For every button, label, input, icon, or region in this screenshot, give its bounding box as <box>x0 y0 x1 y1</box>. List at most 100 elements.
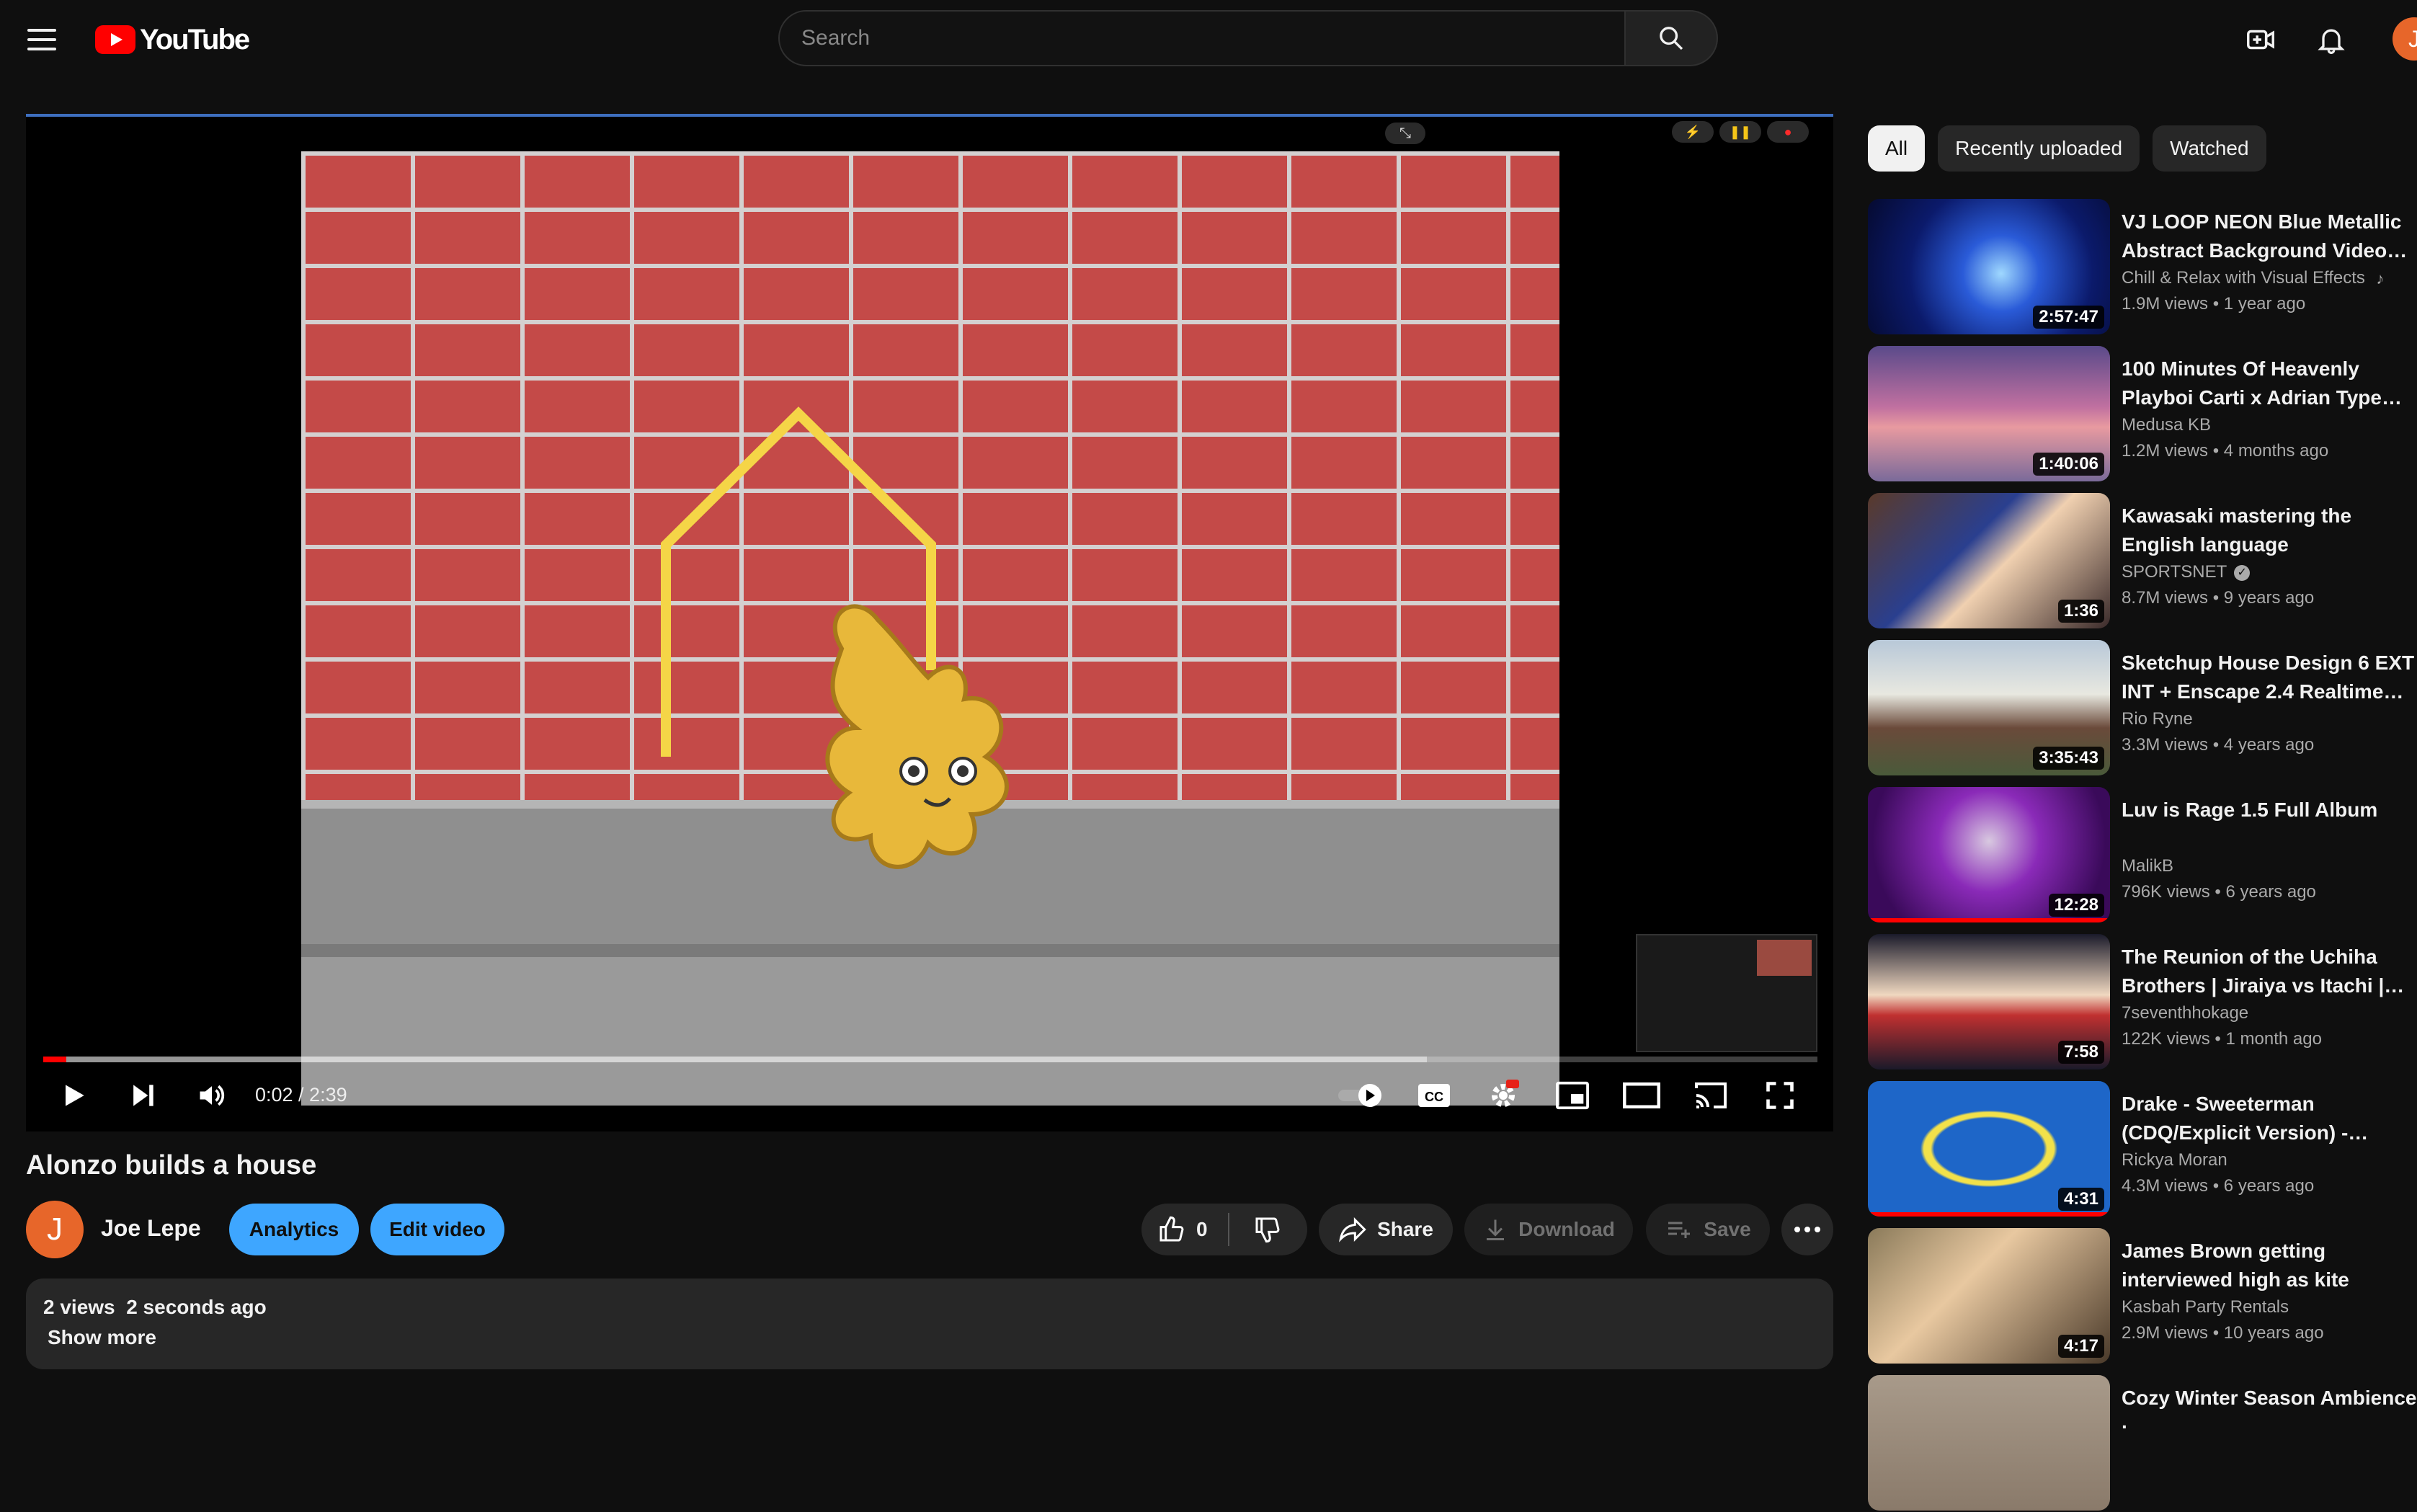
recommendation-title[interactable]: 100 Minutes Of Heavenly Playboi Carti x … <box>2122 355 2417 412</box>
recommendation-card[interactable]: 3:35:43 Sketchup House Design 6 EXT INT +… <box>1868 640 2417 777</box>
video-player[interactable]: ⤡ ⚡ ❚❚ ● 0:02 / 2:39 CC <box>26 114 1833 1131</box>
recommendation-card[interactable]: 4:17 James Brown getting interviewed high… <box>1868 1228 2417 1365</box>
video-scene-drawing <box>661 406 1009 869</box>
download-icon <box>1487 1219 1505 1240</box>
view-count: 2 views <box>43 1296 115 1318</box>
cast-button[interactable] <box>1685 1069 1737 1121</box>
download-label: Download <box>1518 1218 1615 1240</box>
recommendation-thumbnail[interactable]: 3:35:43 <box>1868 640 2110 775</box>
filter-chips: All Recently uploaded Watched <box>1868 125 2266 172</box>
video-frame[interactable] <box>301 151 1559 1106</box>
drag-handle-icon[interactable]: ⤡ <box>1385 123 1425 144</box>
theater-icon <box>1623 1082 1660 1108</box>
description-meta: 2 views 2 seconds ago <box>43 1296 267 1319</box>
recommendation-title[interactable]: James Brown getting interviewed high as … <box>2122 1237 2417 1294</box>
user-avatar[interactable]: J <box>2392 17 2417 61</box>
next-button[interactable] <box>117 1069 169 1121</box>
autoplay-toggle[interactable] <box>1336 1069 1388 1121</box>
recommendation-title[interactable]: Luv is Rage 1.5 Full Album <box>2122 796 2417 824</box>
description-box[interactable]: 2 views 2 seconds ago Show more <box>26 1278 1833 1369</box>
channel-name-text: MalikB <box>2122 856 2174 876</box>
recommendation-views: 4.3M views <box>2122 1176 2209 1196</box>
recommendation-thumbnail[interactable]: 4:31 <box>1868 1081 2110 1217</box>
recommendation-stats: 4.3M views • 6 years ago <box>2122 1176 2314 1196</box>
channel-name[interactable]: Joe Lepe <box>101 1215 201 1242</box>
fullscreen-button[interactable] <box>1754 1069 1806 1121</box>
recommendation-thumbnail[interactable]: 1:36 <box>1868 493 2110 628</box>
channel-name-text: 7seventhhokage <box>2122 1003 2249 1023</box>
settings-button[interactable] <box>1477 1069 1529 1121</box>
duration-badge: 3:35:43 <box>2033 747 2104 770</box>
like-button[interactable]: 0 <box>1141 1204 1228 1255</box>
time-display: 0:02 / 2:39 <box>255 1084 347 1106</box>
recommendation-channel[interactable]: Chill & Relax with Visual Effects ♪ <box>2122 268 2388 288</box>
progress-played <box>43 1057 66 1062</box>
theater-mode-button[interactable] <box>1616 1069 1668 1121</box>
recommendation-title[interactable]: VJ LOOP NEON Blue Metallic Abstract Back… <box>2122 208 2417 265</box>
recommendation-thumbnail[interactable]: 1:40:06 <box>1868 346 2110 481</box>
recording-stop-icon[interactable]: ● <box>1767 121 1809 143</box>
chip-recently-uploaded[interactable]: Recently uploaded <box>1938 125 2140 172</box>
hamburger-menu-icon[interactable] <box>22 20 65 59</box>
verified-badge-icon: ✓ <box>2234 564 2251 581</box>
save-playlist-icon <box>1668 1222 1691 1238</box>
recommendation-thumbnail[interactable]: 4:17 <box>1868 1228 2110 1364</box>
channel-name-text: Rickya Moran <box>2122 1150 2227 1170</box>
separator-dot: • <box>2208 1176 2224 1196</box>
recommendation-thumbnail[interactable]: 2:57:47 <box>1868 199 2110 334</box>
download-button[interactable]: Download <box>1464 1204 1633 1255</box>
recording-controls: ⚡ ❚❚ ● <box>1672 121 1809 143</box>
recommendation-card[interactable]: 1:36 Kawasaki mastering the English langu… <box>1868 493 2417 630</box>
recommendation-card[interactable]: 12:28 Luv is Rage 1.5 Full Album MalikB 796… <box>1868 787 2417 924</box>
recording-pause-icon[interactable]: ❚❚ <box>1719 121 1761 143</box>
recommendation-card[interactable]: Cozy Winter Season Ambience · <box>1868 1375 2417 1512</box>
edit-video-button[interactable]: Edit video <box>370 1204 504 1255</box>
cc-icon: CC <box>1418 1084 1450 1107</box>
recording-flash-icon[interactable]: ⚡ <box>1672 121 1714 143</box>
recommendation-channel[interactable]: Rio Ryne <box>2122 709 2193 729</box>
like-dislike-group: 0 <box>1141 1204 1307 1255</box>
recommendation-card[interactable]: 1:40:06 100 Minutes Of Heavenly Playboi C… <box>1868 346 2417 483</box>
analytics-button[interactable]: Analytics <box>229 1204 359 1255</box>
channel-avatar[interactable]: J <box>26 1201 84 1258</box>
search-button[interactable] <box>1626 10 1718 66</box>
recommendation-card[interactable]: 4:31 Drake - Sweeterman (CDQ/Explicit Ver… <box>1868 1081 2417 1218</box>
progress-bar[interactable] <box>43 1057 1817 1062</box>
fullscreen-icon <box>1766 1082 1794 1109</box>
dislike-button[interactable] <box>1229 1204 1306 1255</box>
recommendation-channel[interactable]: Kasbah Party Rentals <box>2122 1297 2289 1317</box>
play-button[interactable] <box>48 1069 99 1121</box>
recommendation-channel[interactable]: Medusa KB <box>2122 415 2211 435</box>
recommendation-title[interactable]: Drake - Sweeterman (CDQ/Explicit Version… <box>2122 1090 2417 1147</box>
recommendation-card[interactable]: 7:58 The Reunion of the Uchiha Brothers |… <box>1868 934 2417 1071</box>
youtube-logo[interactable]: YouTube <box>95 22 250 58</box>
recommendation-title[interactable]: The Reunion of the Uchiha Brothers | Jir… <box>2122 943 2417 1000</box>
more-actions-button[interactable] <box>1781 1204 1833 1255</box>
recommendation-card[interactable]: 2:57:47 VJ LOOP NEON Blue Metallic Abstra… <box>1868 199 2417 336</box>
recommendation-stats: 3.3M views • 4 years ago <box>2122 735 2314 755</box>
like-count: 0 <box>1196 1218 1208 1240</box>
search-input[interactable] <box>778 10 1626 66</box>
share-button[interactable]: Share <box>1319 1204 1453 1255</box>
miniplayer-button[interactable] <box>1546 1069 1598 1121</box>
recommendation-thumbnail[interactable]: 12:28 <box>1868 787 2110 922</box>
show-more-link[interactable]: Show more <box>48 1326 156 1349</box>
save-button[interactable]: Save <box>1646 1204 1770 1255</box>
chip-all[interactable]: All <box>1868 125 1926 172</box>
volume-button[interactable] <box>186 1069 238 1121</box>
recommendation-thumbnail[interactable] <box>1868 1375 2110 1511</box>
recommendation-title[interactable]: Kawasaki mastering the English language <box>2122 502 2417 559</box>
subtitles-button[interactable]: CC <box>1408 1069 1460 1121</box>
recommendation-channel[interactable]: 7seventhhokage <box>2122 1003 2248 1023</box>
recommendation-thumbnail[interactable]: 7:58 <box>1868 934 2110 1069</box>
notifications-bell-icon[interactable] <box>2310 19 2352 61</box>
create-video-icon[interactable] <box>2240 19 2282 61</box>
recommendation-channel[interactable]: MalikB <box>2122 856 2173 876</box>
chip-watched[interactable]: Watched <box>2153 125 2266 172</box>
search-icon <box>1660 27 1683 50</box>
recommendation-title[interactable]: Sketchup House Design 6 EXT INT + Enscap… <box>2122 649 2417 706</box>
recommendation-channel[interactable]: Rickya Moran <box>2122 1150 2227 1170</box>
recommendation-channel[interactable]: SPORTSNET ✓ <box>2122 562 2251 582</box>
recommendation-title[interactable]: Cozy Winter Season Ambience · <box>2122 1384 2417 1441</box>
music-note-icon: ♪ <box>2376 269 2385 288</box>
